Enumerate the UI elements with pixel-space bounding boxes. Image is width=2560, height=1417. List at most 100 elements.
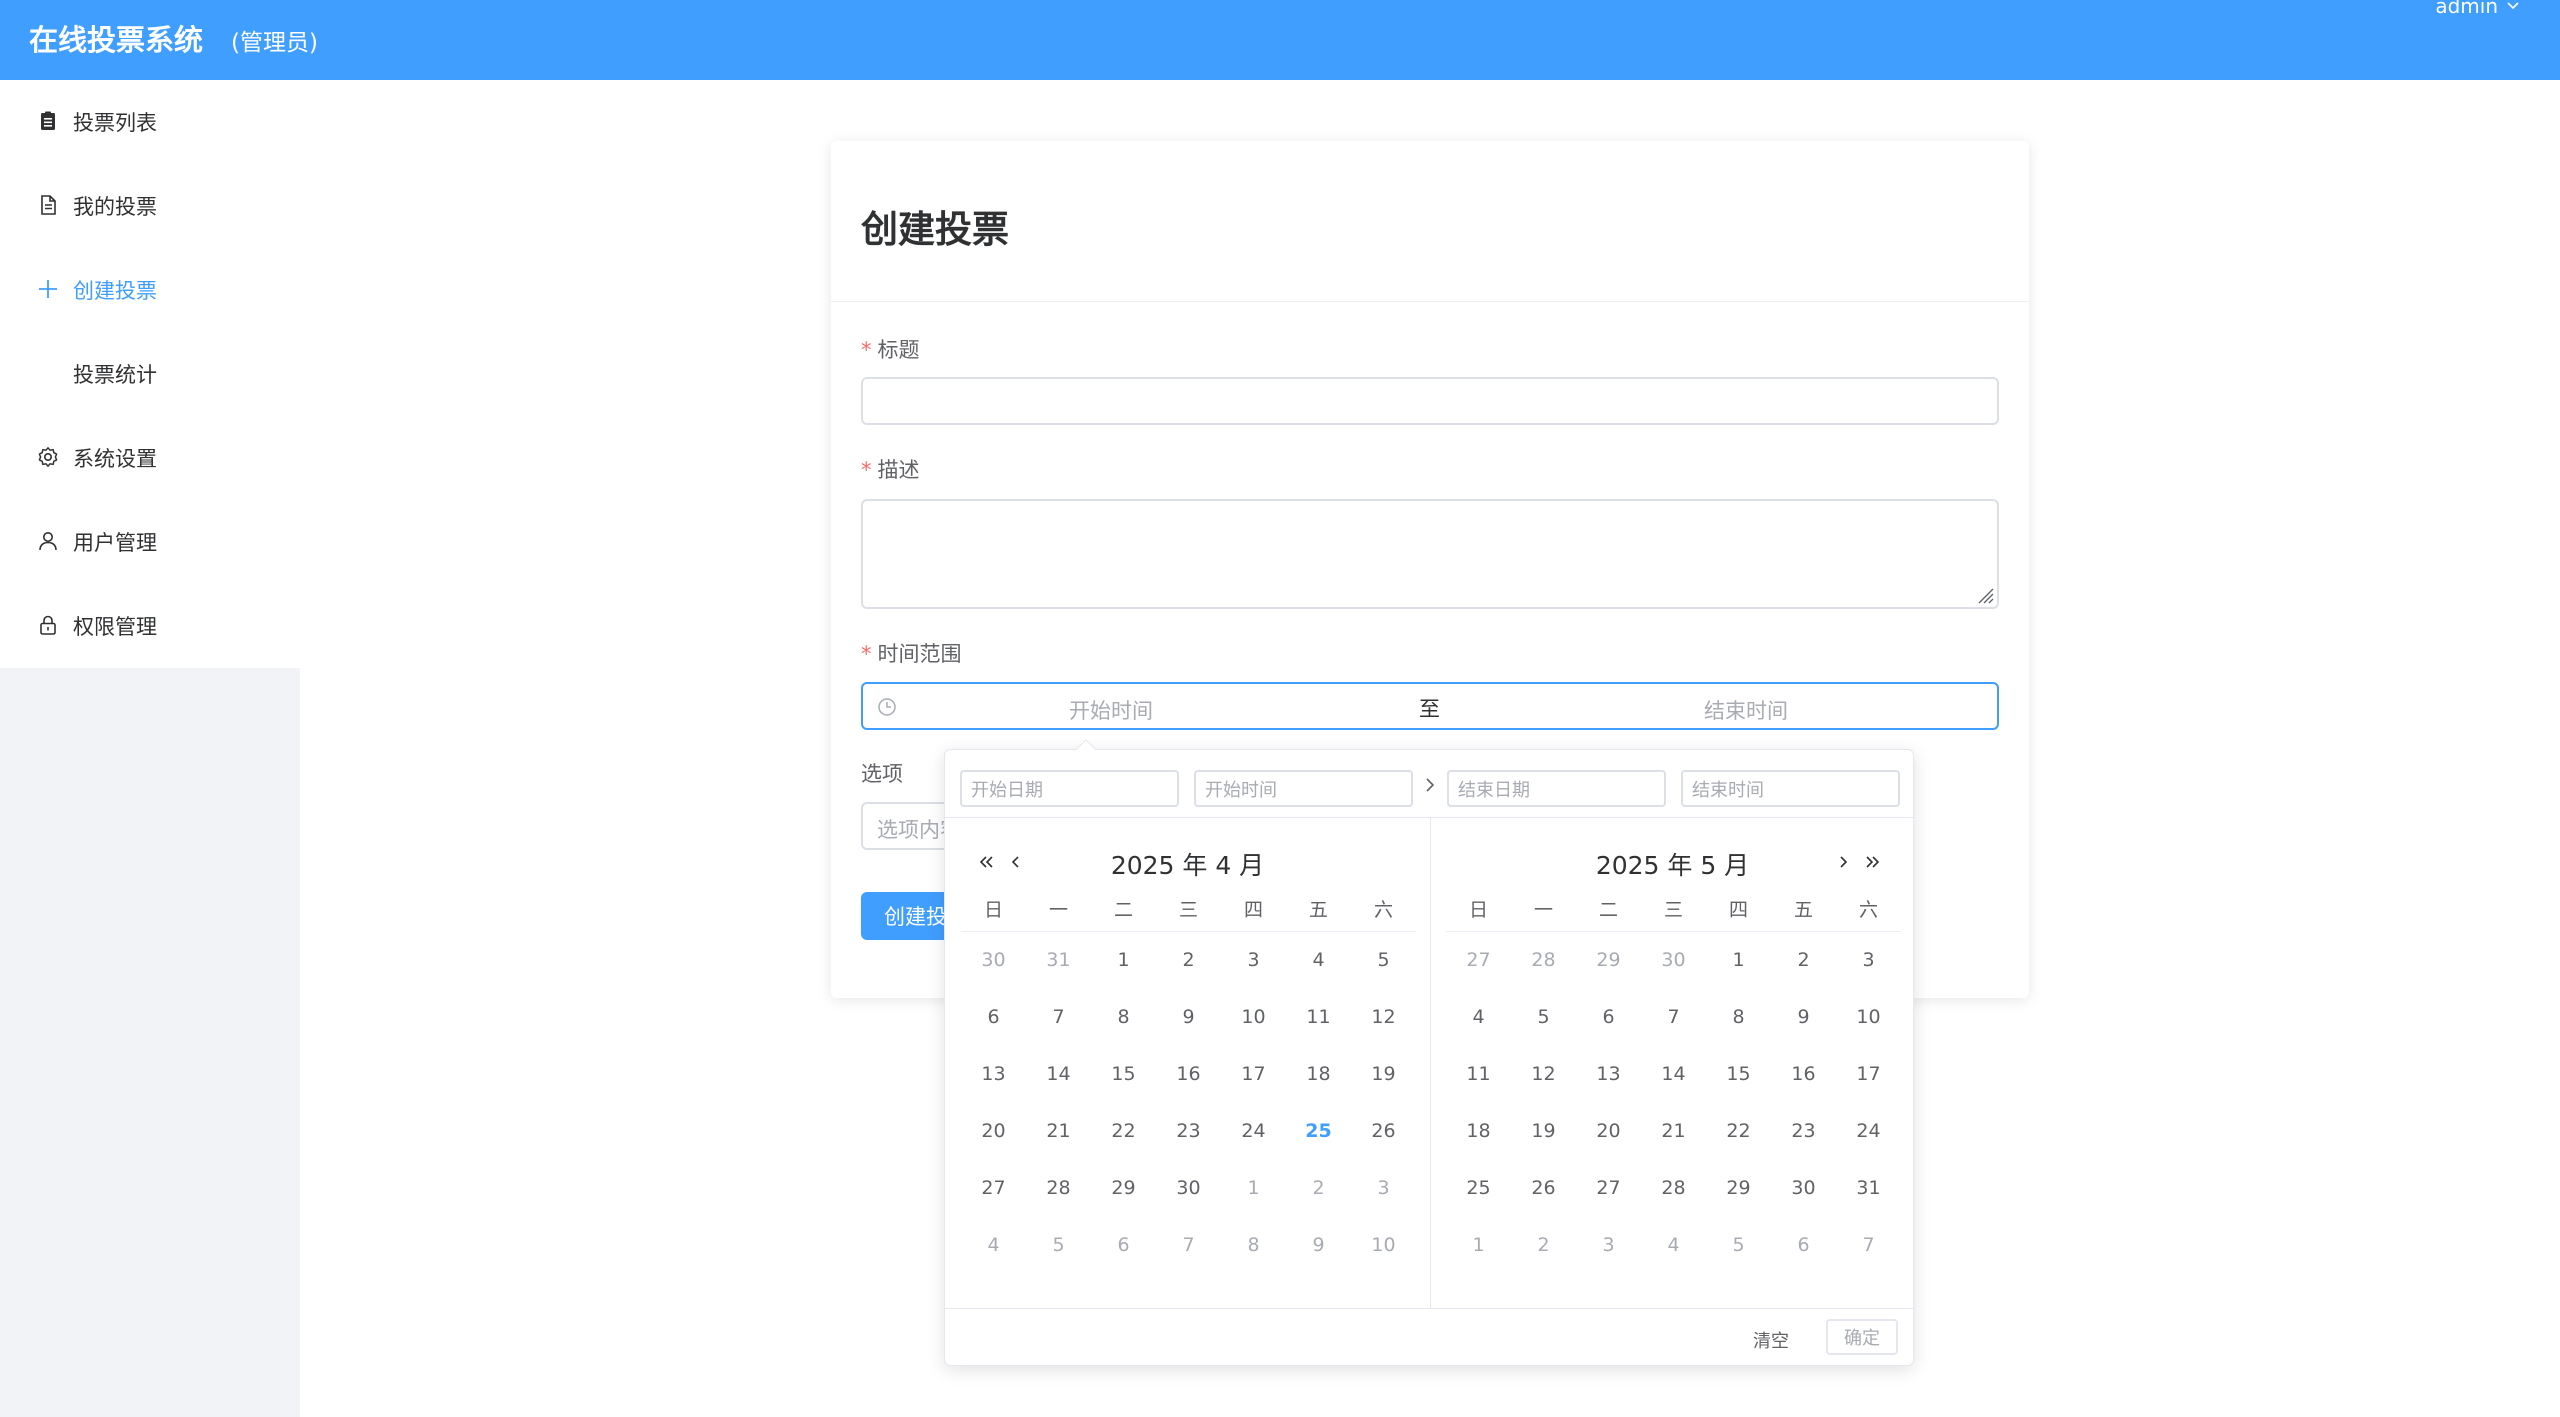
calendar-day[interactable]: 5 [1026,1217,1091,1274]
calendar-day[interactable]: 20 [1576,1103,1641,1160]
calendar-day[interactable]: 1 [1221,1160,1286,1217]
calendar-day[interactable]: 7 [1836,1217,1901,1274]
calendar-day[interactable]: 30 [961,932,1026,989]
sidebar-item-my-votes[interactable]: 我的投票 [0,164,300,248]
calendar-day[interactable]: 28 [1641,1160,1706,1217]
calendar-day[interactable]: 31 [1836,1160,1901,1217]
calendar-day[interactable]: 10 [1221,989,1286,1046]
calendar-day[interactable]: 3 [1836,932,1901,989]
calendar-day[interactable]: 12 [1511,1046,1576,1103]
calendar-day[interactable]: 17 [1221,1046,1286,1103]
calendar-day[interactable]: 4 [1641,1217,1706,1274]
title-input[interactable] [861,377,1999,425]
sidebar-item-vote-stats[interactable]: 投票统计 [0,332,300,416]
calendar-day[interactable]: 6 [1576,989,1641,1046]
range-end-placeholder[interactable]: 结束时间 [1704,695,1788,725]
calendar-day[interactable]: 16 [1156,1046,1221,1103]
confirm-button[interactable]: 确定 [1826,1319,1898,1355]
calendar-day[interactable]: 28 [1511,932,1576,989]
calendar-day[interactable]: 19 [1351,1046,1416,1103]
start-time-input[interactable]: 开始时间 [1194,770,1413,807]
calendar-day[interactable]: 24 [1221,1103,1286,1160]
end-date-input[interactable]: 结束日期 [1447,770,1666,807]
calendar-day[interactable]: 2 [1286,1160,1351,1217]
calendar-day[interactable]: 23 [1771,1103,1836,1160]
next-month-button[interactable] [1833,851,1855,873]
calendar-day[interactable]: 18 [1446,1103,1511,1160]
calendar-day[interactable]: 28 [1026,1160,1091,1217]
description-textarea[interactable] [861,499,1999,609]
range-start-placeholder[interactable]: 开始时间 [1069,695,1153,725]
calendar-day[interactable]: 1 [1706,932,1771,989]
calendar-day[interactable]: 5 [1706,1217,1771,1274]
calendar-day[interactable]: 13 [961,1046,1026,1103]
calendar-day[interactable]: 11 [1446,1046,1511,1103]
calendar-day[interactable]: 29 [1706,1160,1771,1217]
calendar-day[interactable]: 2 [1511,1217,1576,1274]
calendar-day[interactable]: 26 [1511,1160,1576,1217]
calendar-day[interactable]: 8 [1091,989,1156,1046]
sidebar-item-users[interactable]: 用户管理 [0,500,300,584]
calendar-day[interactable]: 31 [1026,932,1091,989]
calendar-day[interactable]: 18 [1286,1046,1351,1103]
option-input[interactable]: 选项内容 [861,802,951,850]
calendar-day[interactable]: 24 [1836,1103,1901,1160]
calendar-day[interactable]: 22 [1706,1103,1771,1160]
next-year-button[interactable] [1862,851,1884,873]
calendar-day[interactable]: 30 [1771,1160,1836,1217]
calendar-day[interactable]: 7 [1156,1217,1221,1274]
calendar-day[interactable]: 27 [1446,932,1511,989]
calendar-day[interactable]: 21 [1026,1103,1091,1160]
resize-grip-icon[interactable] [1974,584,1994,604]
calendar-day[interactable]: 30 [1641,932,1706,989]
calendar-day[interactable]: 27 [961,1160,1026,1217]
calendar-day[interactable]: 4 [961,1217,1026,1274]
calendar-day[interactable]: 5 [1511,989,1576,1046]
calendar-day[interactable]: 22 [1091,1103,1156,1160]
calendar-day[interactable]: 30 [1156,1160,1221,1217]
calendar-day-today[interactable]: 25 [1286,1103,1351,1160]
calendar-day[interactable]: 6 [1091,1217,1156,1274]
calendar-day[interactable]: 2 [1156,932,1221,989]
user-menu[interactable]: admin [2435,0,2520,18]
calendar-day[interactable]: 10 [1351,1217,1416,1274]
calendar-day[interactable]: 21 [1641,1103,1706,1160]
calendar-day[interactable]: 5 [1351,932,1416,989]
calendar-day[interactable]: 12 [1351,989,1416,1046]
calendar-day[interactable]: 7 [1026,989,1091,1046]
calendar-day[interactable]: 23 [1156,1103,1221,1160]
calendar-day[interactable]: 6 [1771,1217,1836,1274]
sidebar-item-settings[interactable]: 系统设置 [0,416,300,500]
calendar-day[interactable]: 3 [1351,1160,1416,1217]
calendar-day[interactable]: 6 [961,989,1026,1046]
calendar-day[interactable]: 3 [1576,1217,1641,1274]
sidebar-item-permissions[interactable]: 权限管理 [0,584,300,668]
calendar-day[interactable]: 15 [1091,1046,1156,1103]
calendar-day[interactable]: 14 [1641,1046,1706,1103]
clear-button[interactable]: 清空 [1753,1327,1789,1353]
sidebar-item-create-vote[interactable]: 创建投票 [0,248,300,332]
start-date-input[interactable]: 开始日期 [960,770,1179,807]
calendar-day[interactable]: 2 [1771,932,1836,989]
calendar-day[interactable]: 25 [1446,1160,1511,1217]
time-range-input[interactable]: 开始时间 至 结束时间 [861,682,1999,730]
calendar-day[interactable]: 26 [1351,1103,1416,1160]
calendar-day[interactable]: 11 [1286,989,1351,1046]
calendar-day[interactable]: 14 [1026,1046,1091,1103]
calendar-day[interactable]: 20 [961,1103,1026,1160]
calendar-day[interactable]: 17 [1836,1046,1901,1103]
calendar-day[interactable]: 8 [1706,989,1771,1046]
calendar-day[interactable]: 9 [1286,1217,1351,1274]
calendar-day[interactable]: 10 [1836,989,1901,1046]
sidebar-item-vote-list[interactable]: 投票列表 [0,80,300,164]
calendar-day[interactable]: 15 [1706,1046,1771,1103]
calendar-day[interactable]: 27 [1576,1160,1641,1217]
calendar-day[interactable]: 7 [1641,989,1706,1046]
calendar-day[interactable]: 3 [1221,932,1286,989]
calendar-day[interactable]: 29 [1091,1160,1156,1217]
calendar-day[interactable]: 9 [1156,989,1221,1046]
calendar-day[interactable]: 8 [1221,1217,1286,1274]
calendar-day[interactable]: 9 [1771,989,1836,1046]
calendar-day[interactable]: 4 [1286,932,1351,989]
calendar-day[interactable]: 4 [1446,989,1511,1046]
